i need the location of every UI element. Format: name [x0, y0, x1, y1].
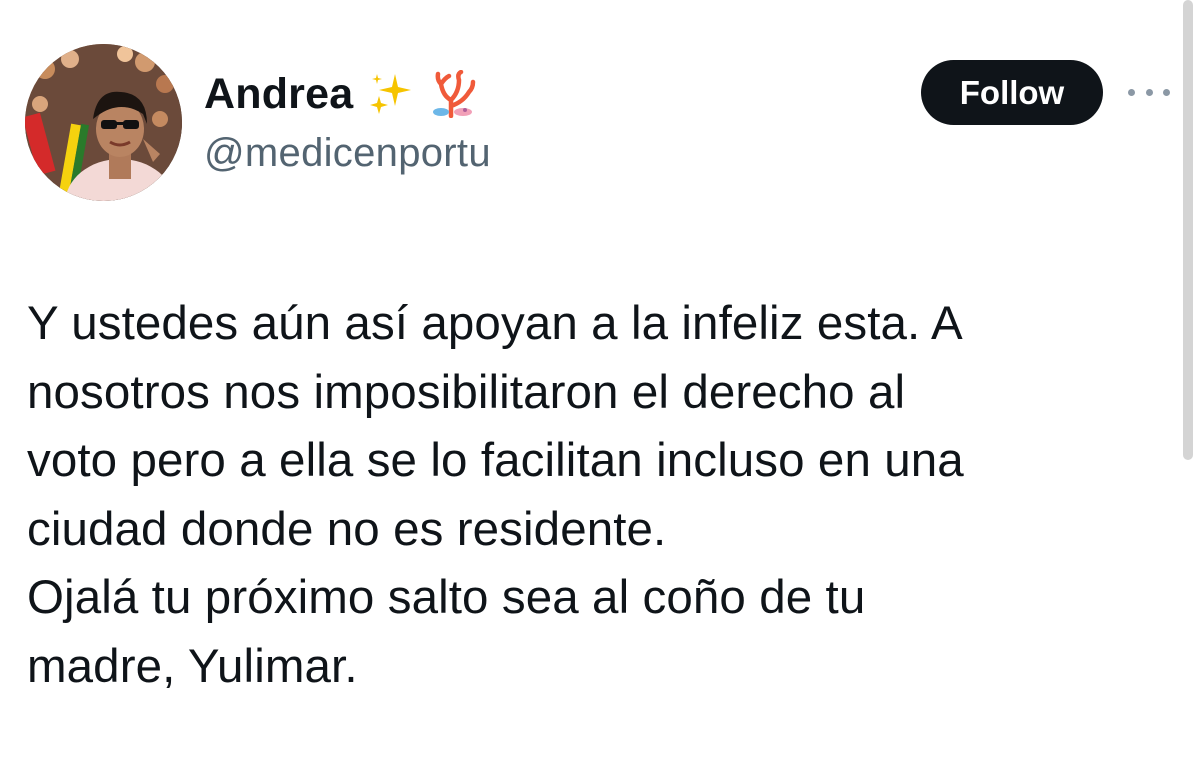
author-name-row: Andrea	[204, 66, 477, 122]
more-dot	[1163, 88, 1170, 96]
avatar-photo	[25, 44, 182, 201]
more-horizontal-icon[interactable]	[1128, 84, 1170, 100]
tweet-text-line: ciudad donde no es residente.	[27, 502, 667, 556]
tweet-text-line: voto pero a ella se lo facilitan incluso…	[27, 434, 964, 487]
author-display-name[interactable]: Andrea	[204, 72, 353, 116]
tweet-text-line: madre, Yulimar.	[27, 639, 358, 693]
more-dot	[1128, 88, 1135, 96]
sparkles-icon	[367, 70, 415, 118]
tweet-text-line: Ojalá tu próximo salto sea al coño de tu	[27, 571, 866, 624]
tweet-text-line: Y ustedes aún así apoyan a la infeliz es…	[27, 297, 963, 350]
scrollbar[interactable]	[1183, 0, 1193, 460]
avatar[interactable]	[25, 44, 182, 201]
tweet-card: Andrea @medicenportu Follow Y ustedes aú…	[0, 0, 1200, 778]
more-dot	[1145, 88, 1153, 96]
author-handle[interactable]: @medicenportu	[204, 133, 491, 173]
tweet-text: Y ustedes aún así apoyan a la infeliz es…	[27, 290, 1177, 701]
coral-icon	[429, 69, 477, 119]
tweet-text-line: nosotros nos imposibilitaron el derecho …	[27, 365, 906, 419]
follow-button[interactable]: Follow	[921, 60, 1103, 125]
